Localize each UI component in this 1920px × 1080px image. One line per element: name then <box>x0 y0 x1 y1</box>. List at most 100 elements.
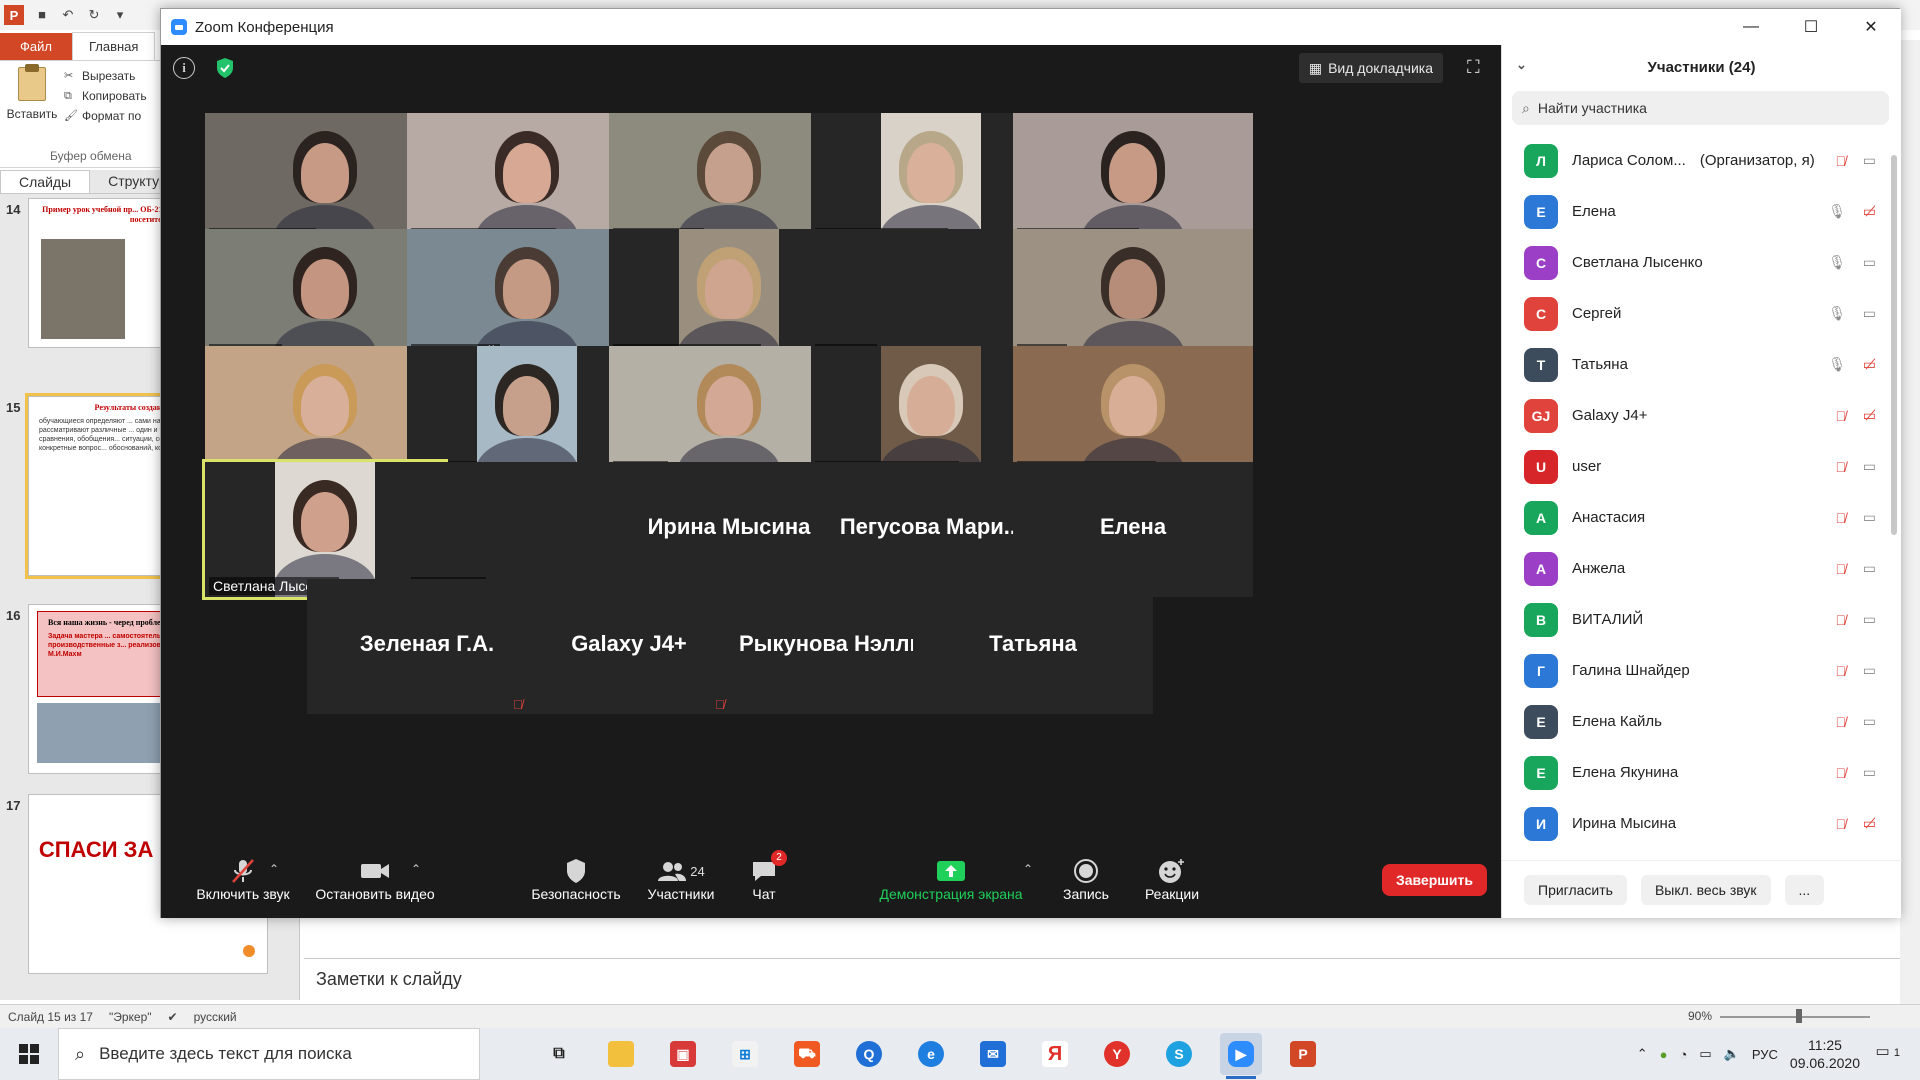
camera-icon[interactable]: ▭ <box>1863 713 1876 730</box>
yandex-button[interactable]: Y <box>1096 1033 1138 1075</box>
wifi-icon[interactable]: ◔ <box>1680 1047 1688 1062</box>
skype-button[interactable]: S <box>1158 1033 1200 1075</box>
meeting-info-icon[interactable]: i <box>173 57 195 79</box>
keyboard-language[interactable]: РУС <box>1752 1047 1778 1062</box>
end-meeting-button[interactable]: Завершить <box>1381 864 1487 896</box>
camera-icon[interactable]: ▭ <box>1863 254 1876 271</box>
camera-off-icon[interactable]: ▭̸ <box>1863 203 1876 220</box>
zoom-slider[interactable] <box>1720 1016 1870 1018</box>
camera-icon[interactable]: ▭ <box>1863 662 1876 679</box>
shopping-app-button[interactable]: ⛟ <box>786 1033 828 1075</box>
video-options-caret[interactable]: ⌃ <box>411 862 421 876</box>
muted-mic-icon[interactable]: 🎙̸ <box>1836 714 1847 730</box>
muted-mic-icon[interactable]: 🎙̸ <box>1836 510 1847 526</box>
reactions-button[interactable]: Реакции <box>1127 856 1217 914</box>
mic-icon[interactable]: 🎙 <box>1828 356 1846 373</box>
participant-row[interactable]: Т Татьяна 🎙 ▭̸ <box>1502 339 1886 390</box>
participant-row[interactable]: Е Елена Якунина 🎙̸ ▭ <box>1502 747 1886 798</box>
more-options-button[interactable]: ... <box>1784 874 1825 905</box>
task-view-button[interactable]: ⧉ <box>538 1033 580 1075</box>
unmute-button[interactable]: Включить звук <box>173 856 313 914</box>
participant-row[interactable]: GJ Galaxy J4+ 🎙̸ ▭̸ <box>1502 390 1886 441</box>
security-button[interactable]: Безопасность <box>521 856 631 914</box>
powerpoint-taskbar-button[interactable]: P <box>1282 1033 1324 1075</box>
muted-mic-icon[interactable]: 🎙̸ <box>1836 459 1847 475</box>
start-button[interactable] <box>0 1028 58 1080</box>
camera-icon[interactable]: ▭ <box>1863 305 1876 322</box>
mic-icon[interactable]: 🎙 <box>1828 254 1846 271</box>
language-label[interactable]: русский <box>186 1010 245 1024</box>
audio-options-caret[interactable]: ⌃ <box>269 862 279 876</box>
notifications-button[interactable]: ▭ 1 <box>1876 1042 1900 1060</box>
participants-button[interactable]: 24 Участники <box>631 856 731 914</box>
share-options-caret[interactable]: ⌃ <box>1023 862 1033 876</box>
mic-icon[interactable]: 🎙 <box>1828 203 1846 220</box>
participant-row[interactable]: Г Галина Шнайдер 🎙̸ ▭ <box>1502 645 1886 696</box>
file-explorer-button[interactable] <box>600 1033 642 1075</box>
participant-row[interactable]: Uuser 🎙̸ ▭ <box>1502 441 1886 492</box>
participant-row[interactable]: В ВИТАЛИЙ 🎙̸ ▭ <box>1502 594 1886 645</box>
video-tile[interactable]: ✗Елена Якунина <box>1013 113 1253 248</box>
participant-row[interactable]: И Ирина Мысина 🎙̸ ▭̸ <box>1502 798 1886 849</box>
minimize-button[interactable]: — <box>1721 9 1781 45</box>
participant-list-scrollbar[interactable] <box>1891 155 1897 535</box>
collapse-panel-icon[interactable]: ⌄ <box>1516 57 1527 73</box>
camera-icon[interactable]: ▭ <box>1863 764 1876 781</box>
cut-button[interactable]: ✂ Вырезать <box>64 69 147 83</box>
speaker-view-button[interactable]: ▦ Вид докладчика <box>1298 53 1443 83</box>
camera-icon[interactable]: ▭ <box>1863 458 1876 475</box>
muted-mic-icon[interactable]: 🎙̸ <box>1836 663 1847 679</box>
record-button[interactable]: Запись <box>1051 856 1121 914</box>
participant-row[interactable]: С Светлана Лысенко 🎙 ▭ <box>1502 237 1886 288</box>
participant-row[interactable]: Е Елена 🎙 ▭̸ <box>1502 186 1886 237</box>
gift-app-button[interactable]: ▣ <box>662 1033 704 1075</box>
invite-button[interactable]: Пригласить <box>1524 874 1627 905</box>
copy-button[interactable]: ⧉ Копировать <box>64 89 147 103</box>
muted-mic-icon[interactable]: 🎙̸ <box>1836 408 1847 424</box>
participant-row[interactable]: Л Лариса Солом... (Организатор, я) 🎙̸ ▭ <box>1502 135 1886 186</box>
zoom-slider-handle[interactable] <box>1796 1009 1802 1023</box>
chat-button[interactable]: 2 Чат <box>729 850 799 914</box>
mic-icon[interactable]: 🎙 <box>1828 305 1846 322</box>
camera-off-icon[interactable]: ▭̸ <box>1863 815 1876 832</box>
tab-slides[interactable]: Слайды <box>0 170 91 193</box>
encryption-shield-icon[interactable] <box>215 57 235 79</box>
camera-icon[interactable]: ▭ <box>1863 560 1876 577</box>
redo-icon[interactable]: ↻ <box>86 7 102 23</box>
camera-off-icon[interactable]: ▭̸ <box>1863 356 1876 373</box>
save-icon[interactable]: ■ <box>34 7 50 23</box>
muted-mic-icon[interactable]: 🎙̸ <box>1836 561 1847 577</box>
participant-row[interactable]: С Сергей 🎙 ▭ <box>1502 288 1886 339</box>
participant-search-input[interactable]: ⌕ Найти участника <box>1512 91 1889 125</box>
muted-mic-icon[interactable]: 🎙̸ <box>1836 612 1847 628</box>
camera-icon[interactable]: ▭ <box>1863 611 1876 628</box>
zoom-level[interactable]: 90% <box>1688 1009 1712 1023</box>
participant-row[interactable]: А Анжела 🎙̸ ▭ <box>1502 543 1886 594</box>
search-app-button[interactable]: Q <box>848 1033 890 1075</box>
close-button[interactable]: ✕ <box>1841 9 1901 45</box>
camera-icon[interactable]: ▭ <box>1863 509 1876 526</box>
muted-mic-icon[interactable]: 🎙̸ <box>1836 816 1847 832</box>
tab-file[interactable]: Файл <box>0 33 72 60</box>
video-tile[interactable]: ✗Ирина Филинкова <box>1013 346 1253 481</box>
fullscreen-icon[interactable]: ⛶ <box>1467 57 1489 79</box>
edge-button[interactable]: e <box>910 1033 952 1075</box>
video-tile[interactable]: ✗user <box>1013 229 1253 364</box>
stop-video-button[interactable]: Остановить видео <box>297 856 453 914</box>
zoom-taskbar-button[interactable]: ▶ <box>1220 1033 1262 1079</box>
spellcheck-icon[interactable]: ✔ <box>160 1010 186 1024</box>
format-painter-button[interactable]: 🖌 Формат по <box>64 109 147 123</box>
share-screen-button[interactable]: Демонстрация экрана <box>861 856 1041 914</box>
clock[interactable]: 11:25 09.06.2020 <box>1790 1036 1860 1072</box>
undo-icon[interactable]: ↶ <box>60 7 76 23</box>
mute-all-button[interactable]: Выкл. весь звук <box>1640 874 1771 905</box>
muted-mic-icon[interactable]: 🎙̸ <box>1836 153 1847 169</box>
video-tile[interactable]: Татьяна <box>913 579 1153 714</box>
paste-button[interactable]: Вставить <box>4 64 60 121</box>
camera-off-icon[interactable]: ▭̸ <box>1863 407 1876 424</box>
maximize-button[interactable]: ☐ <box>1781 9 1841 45</box>
video-tile[interactable]: Елена <box>1013 462 1253 597</box>
participant-row[interactable]: Е Елена Кайль 🎙̸ ▭ <box>1502 696 1886 747</box>
tray-app-icon[interactable]: ● <box>1660 1047 1668 1062</box>
notes-pane[interactable]: Заметки к слайду <box>304 958 1904 1000</box>
